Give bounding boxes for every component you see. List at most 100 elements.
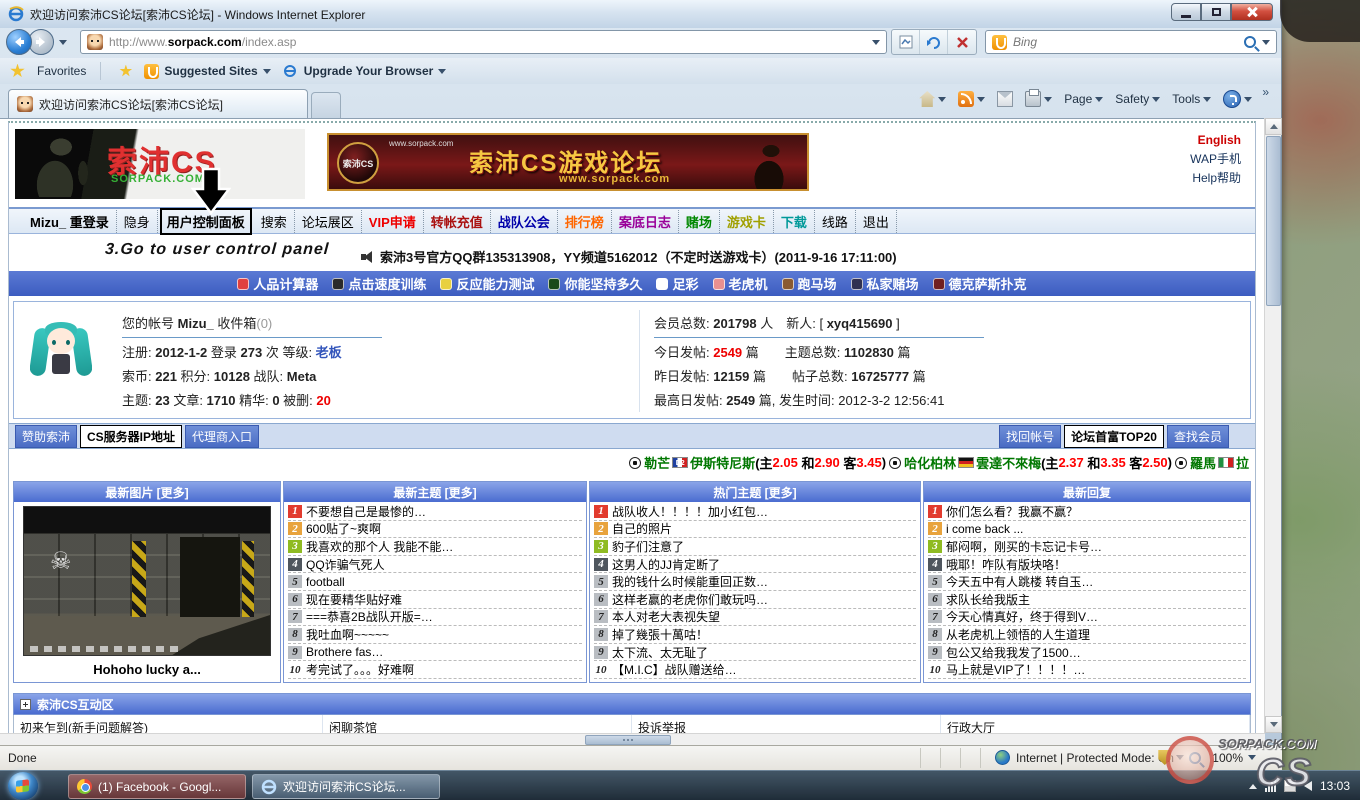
print-button[interactable] [1021,89,1056,109]
upgrade-browser-button[interactable]: Upgrade Your Browser [277,63,453,79]
safety-menu[interactable]: Safety [1111,90,1164,108]
hot-topics-header[interactable]: 热门主题 [更多] [590,482,920,502]
latest-topics-header[interactable]: 最新主题 [更多] [284,482,586,502]
topic-link[interactable]: 我吐血啊~~~~~ [306,626,389,643]
topic-link[interactable]: ===恭喜2B战队开版=… [306,609,433,626]
reply-link[interactable]: 哦耶！咋队有版块咯！ [946,556,1066,573]
english-link[interactable]: English [1190,131,1241,150]
page-menu[interactable]: Page [1060,90,1107,108]
search-icon[interactable] [1244,36,1256,48]
help-link[interactable]: Help帮助 [1190,169,1241,188]
reply-link[interactable]: 马上就是VIP了！！！！… [946,661,1085,678]
user-avatar[interactable] [30,316,92,382]
forum-logo[interactable]: 索沛CS SORPACK.COM [15,129,305,199]
favorites-button[interactable]: Favorites [31,64,92,78]
quick-link[interactable]: 私家赌场 [851,274,919,293]
add-favorite-icon[interactable] [119,65,132,78]
favorites-star-icon[interactable] [10,64,25,79]
address-dropdown-caret[interactable] [872,40,880,45]
home-button[interactable] [915,89,950,109]
quick-link[interactable]: 跑马场 [782,274,837,293]
nav-menu-item[interactable]: 论坛展区 [295,210,362,233]
compatibility-view-button[interactable] [892,30,920,54]
collapse-icon[interactable] [20,699,31,710]
nav-menu-item[interactable]: 游戏卡 [720,210,774,233]
topic-link[interactable]: 现在要精华贴好难 [306,591,402,608]
reply-link[interactable]: 今天五中有人跳楼 转自玉… [946,573,1093,590]
topic-link[interactable]: 战队收人！！！！加小红包… [612,503,768,520]
nav-menu-item[interactable]: 赌场 [679,210,720,233]
wap-link[interactable]: WAP手机 [1190,150,1241,169]
announcement[interactable]: 索沛3号官方QQ群135313908，YY频道5162012（不定时送游戏卡）(… [361,247,897,266]
topic-link[interactable]: 600贴了~爽啊 [306,521,381,538]
horizontal-scrollbar[interactable] [0,733,1265,745]
search-input[interactable]: Bing [1013,35,1244,49]
taskbar-chrome-button[interactable]: (1) Facebook - Googl... [68,774,246,799]
nav-menu-item[interactable]: 转帐充值 [424,210,491,233]
forum-banner-ad[interactable]: 索沛CS www.sorpack.com 索沛CS游戏论坛 www.sorpac… [327,133,809,191]
game-screenshot-thumbnail[interactable]: ☠ [23,506,271,656]
nav-menu-item[interactable]: 案底日志 [612,210,679,233]
reply-link[interactable]: i come back ... [946,522,1023,536]
quick-link[interactable]: 你能坚持多久 [548,274,642,293]
topic-link[interactable]: 我喜欢的那个人 我能不能… [306,538,453,555]
command-overflow-chevron[interactable]: » [1260,85,1271,113]
topic-link[interactable]: 掉了幾張十萬咕！ [612,626,708,643]
feeds-button[interactable] [954,89,989,109]
vertical-scrollbar[interactable] [1264,118,1281,733]
nav-menu-item[interactable]: 排行榜 [558,210,612,233]
reply-link[interactable]: 包公又给我我发了1500… [946,644,1081,661]
user-account-line[interactable]: 您的帐号 Mizu_ 收件箱(0) [122,312,622,336]
topic-link[interactable]: football [306,575,345,589]
back-button[interactable] [6,29,32,55]
vertical-scroll-thumb[interactable] [1266,136,1281,306]
nav-menu-item[interactable]: VIP申请 [362,210,424,233]
recent-pages-dropdown[interactable] [54,40,72,45]
quick-link[interactable]: 人品计算器 [237,274,318,293]
scroll-up-button[interactable] [1265,118,1282,135]
search-dropdown-caret[interactable] [1262,40,1270,45]
toolbar-button[interactable]: 赞助索沛 [15,425,77,448]
horizontal-scroll-thumb[interactable] [585,735,671,745]
latest-images-header[interactable]: 最新图片 [更多] [14,482,280,502]
toolbar-button[interactable]: 查找会员 [1167,425,1229,448]
reply-link[interactable]: 郁闷啊，刚买的卡忘记卡号… [946,538,1102,555]
topic-link[interactable]: QQ诈骗气死人 [306,556,385,573]
topic-link[interactable]: 自己的照片 [612,521,672,538]
maximize-button[interactable] [1201,3,1231,21]
topic-link[interactable]: 考完试了。。。好难啊 [306,661,414,678]
taskbar-ie-button[interactable]: 欢迎访问索沛CS论坛... [252,774,440,799]
stop-button[interactable] [948,30,976,54]
active-tab[interactable]: 欢迎访问索沛CS论坛[索沛CS论坛] [8,89,308,118]
suggested-sites-button[interactable]: Suggested Sites [138,64,276,79]
title-bar[interactable]: 欢迎访问索沛CS论坛[索沛CS论坛] - Windows Internet Ex… [0,0,1281,28]
topic-link[interactable]: 我的钱什么时候能重回正数… [612,573,768,590]
minimize-button[interactable] [1171,3,1201,21]
refresh-button[interactable] [920,30,948,54]
tools-menu[interactable]: Tools [1168,90,1215,108]
reply-link[interactable]: 你们怎么看？我赢不赢？ [946,503,1078,520]
image-caption[interactable]: Hohoho lucky a... [14,662,280,677]
nav-menu-item[interactable]: Mizu_ 重登录 [23,210,117,233]
toolbar-button[interactable]: CS服务器IP地址 [80,425,182,448]
security-zone[interactable]: Internet | Protected Mode: On [995,750,1174,765]
url-text[interactable]: http://www.sorpack.com/index.asp [109,35,296,49]
reply-link[interactable]: 从老虎机上领悟的人生道理 [946,626,1090,643]
toolbar-button[interactable]: 代理商入口 [185,425,259,448]
topic-link[interactable]: 这样老赢的老虎你们敢玩吗… [612,591,768,608]
topic-link[interactable]: 这男人的JJ肯定断了 [612,556,720,573]
nav-menu-item[interactable]: 战队公会 [491,210,558,233]
new-tab-button[interactable] [311,92,341,118]
toolbar-button[interactable]: 找回帐号 [999,425,1061,448]
reply-link[interactable]: 求队长给我版主 [946,591,1030,608]
quick-link[interactable]: 反应能力测试 [440,274,534,293]
quick-link[interactable]: 老虎机 [713,274,768,293]
topic-link[interactable]: Brothere fas… [306,645,383,659]
forum-link[interactable]: 初来乍到(新手问题解答) [14,715,323,733]
nav-menu-item[interactable]: 隐身 [117,210,158,233]
close-button[interactable] [1231,3,1273,21]
topic-link[interactable]: 【M.I.C】战队赠送给… [612,661,737,678]
address-bar[interactable]: http://www.sorpack.com/index.asp [80,30,887,54]
read-mail-button[interactable] [993,89,1017,109]
nav-menu-item[interactable]: 搜索 [254,210,295,233]
